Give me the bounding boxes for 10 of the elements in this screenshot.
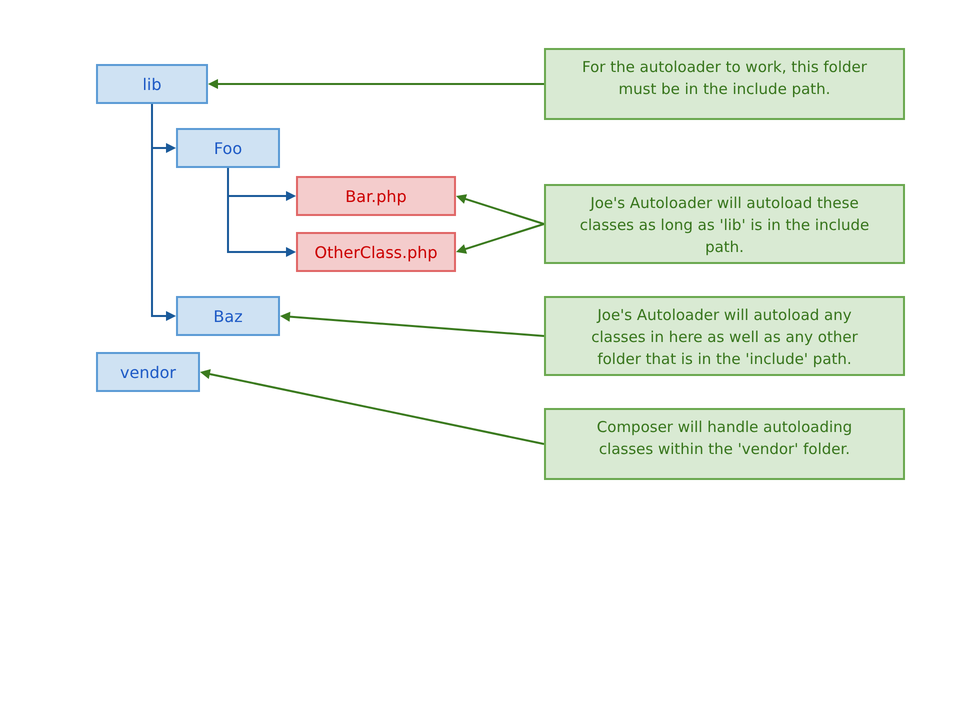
folder-node: Baz: [176, 296, 280, 336]
file-node: OtherClass.php: [296, 232, 456, 272]
note-box: For the autoloader to work, this folder must be in the include path.: [544, 48, 905, 120]
note-box: Joe's Autoloader will autoload these classes as long as 'lib' is in the include path.: [544, 184, 905, 264]
folder-node: lib: [96, 64, 208, 104]
file-node: Bar.php: [296, 176, 456, 216]
folder-node: vendor: [96, 352, 200, 392]
folder-node: Foo: [176, 128, 280, 168]
note-box: Composer will handle autoloading classes within the 'vendor' folder.: [544, 408, 905, 480]
note-box: Joe's Autoloader will autoload any classes in here as well as any other folder that is in the 'include' path.: [544, 296, 905, 376]
